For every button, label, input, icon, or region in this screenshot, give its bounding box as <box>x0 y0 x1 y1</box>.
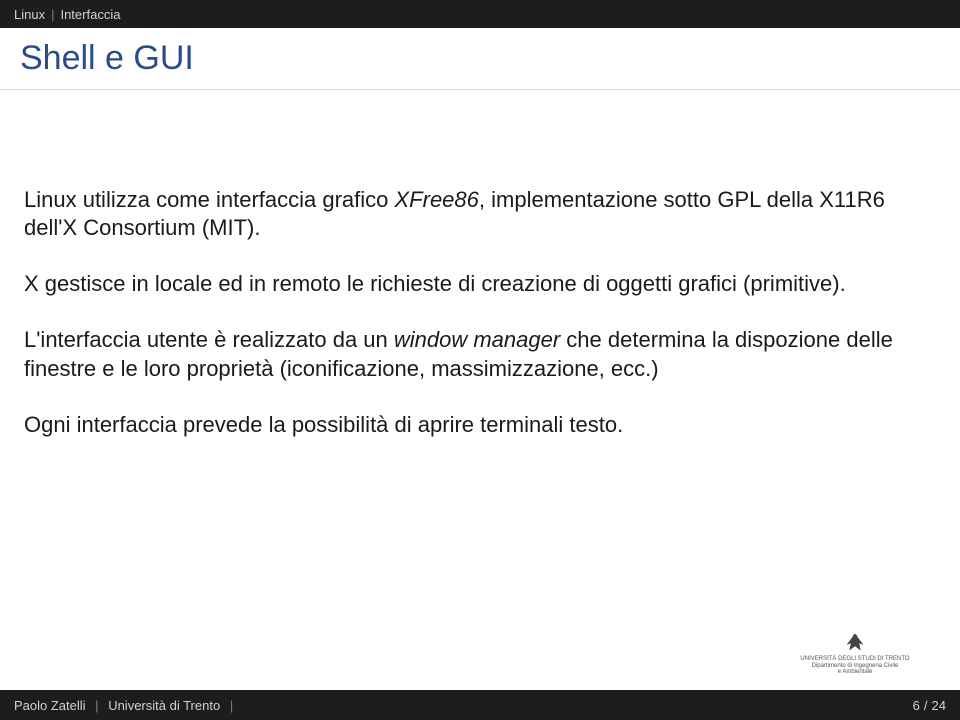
text-run: Linux utilizza come interfaccia grafico <box>24 187 395 212</box>
title-bar: Shell e GUI <box>0 28 960 90</box>
paragraph-3: L'interfaccia utente è realizzato da un … <box>24 326 936 382</box>
slide-body: Linux utilizza come interfaccia grafico … <box>0 90 960 439</box>
text-run: L'interfaccia utente è realizzato da un <box>24 327 394 352</box>
footer-separator: | <box>95 698 98 713</box>
breadcrumb-level-2: Interfaccia <box>60 7 120 22</box>
footer-bar: Paolo Zatelli | Università di Trento | 6… <box>0 690 960 720</box>
footer-separator: | <box>230 698 233 713</box>
logo-line-1: UNIVERSITÀ DEGLI STUDI DI TRENTO <box>800 656 909 663</box>
page-current: 6 <box>913 698 920 713</box>
paragraph-2: X gestisce in locale ed in remoto le ric… <box>24 270 936 298</box>
logo-line-2: Dipartimento di Ingegneria Civile <box>812 663 899 670</box>
footer-author: Paolo Zatelli <box>14 698 86 713</box>
italic-term: XFree86 <box>395 187 479 212</box>
page-counter: 6 / 24 <box>913 698 946 713</box>
paragraph-1: Linux utilizza come interfaccia grafico … <box>24 186 936 242</box>
page-separator: / <box>924 698 928 713</box>
breadcrumb-separator: | <box>51 7 54 22</box>
italic-term: window manager <box>394 327 560 352</box>
page-total: 24 <box>932 698 946 713</box>
page-title: Shell e GUI <box>20 39 194 78</box>
eagle-icon <box>841 630 869 654</box>
breadcrumb-level-1: Linux <box>14 7 45 22</box>
footer-affiliation: Università di Trento <box>108 698 220 713</box>
paragraph-4: Ogni interfaccia prevede la possibilità … <box>24 411 936 439</box>
logo-line-3: e Ambientale <box>838 669 873 676</box>
footer-left: Paolo Zatelli | Università di Trento | <box>14 698 239 713</box>
department-logo: UNIVERSITÀ DEGLI STUDI DI TRENTO Diparti… <box>780 620 930 676</box>
breadcrumb: Linux | Interfaccia <box>0 0 960 28</box>
